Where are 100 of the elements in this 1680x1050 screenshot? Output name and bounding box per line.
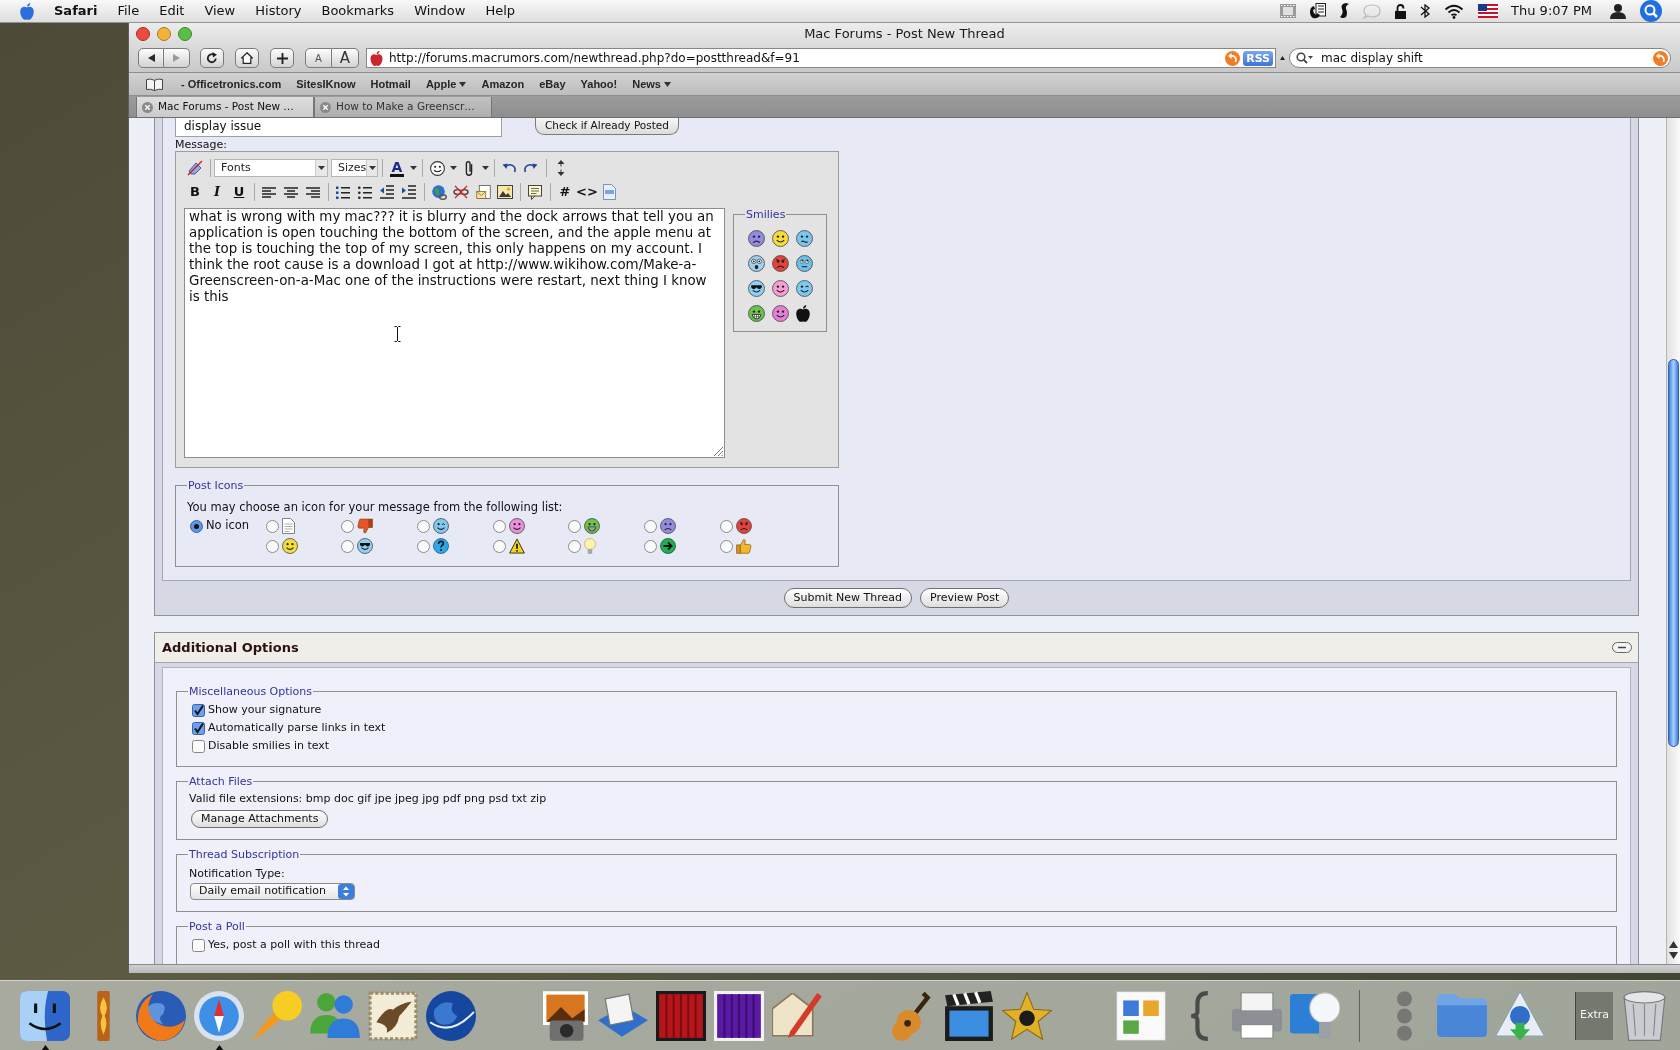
box-icon[interactable] [1116,990,1166,1041]
radio-button[interactable] [492,539,506,553]
envelope-icon[interactable] [475,185,491,199]
align-left-icon[interactable] [262,186,276,198]
redo-icon[interactable] [524,163,538,173]
globe-link-icon[interactable] [431,184,447,200]
camera-icon[interactable] [542,990,588,1041]
face-icon[interactable] [20,990,70,1041]
menu-item[interactable]: Help [485,1,516,21]
radio-button[interactable] [568,539,582,553]
menu-item[interactable]: File [117,1,140,21]
search-field[interactable]: mac display shift [1289,48,1671,68]
apple-icon[interactable] [796,305,810,322]
submit-thread-button[interactable]: Submit New Thread [783,588,913,608]
zoom-icon[interactable] [178,26,192,41]
winking-face-icon[interactable] [796,280,813,297]
bold-button[interactable]: B [190,184,200,200]
menu-item[interactable]: History [255,1,302,21]
menu-item[interactable]: View [204,1,236,21]
check-posted-button[interactable]: Check if Already Posted [535,118,679,135]
radio-button[interactable] [190,519,203,533]
broken-link-icon[interactable] [453,185,469,199]
dots-icon[interactable] [1396,990,1412,1041]
address-field[interactable]: http://forums.macrumors.com/newthread.php?do=postthread&f=91 RSS [366,48,1276,68]
radio-button[interactable] [719,539,733,553]
collapse-icon[interactable] [1612,642,1632,653]
text-color-button[interactable]: A [389,159,405,177]
manage-attachments-button[interactable]: Manage Attachments [191,810,329,828]
stamp-icon[interactable] [368,990,418,1041]
checkbox[interactable] [192,703,205,717]
lock-icon[interactable] [1395,3,1407,19]
image-icon[interactable] [497,185,513,199]
bluetooth-icon[interactable] [1420,4,1431,18]
add-bookmark-button[interactable] [270,48,294,68]
title-field[interactable]: display issue [175,118,502,137]
script-icon[interactable] [1340,3,1350,19]
caret-icon[interactable] [481,166,489,170]
numbered-list-icon[interactable] [336,185,350,199]
clapperboard-icon[interactable] [945,990,993,1041]
grinning-face-icon[interactable] [748,305,765,322]
radio-button[interactable] [644,519,658,533]
dock-stack[interactable]: Extra [1575,991,1613,1040]
resize-grip-icon[interactable] [714,447,723,456]
radio-button[interactable] [719,519,733,533]
message-field[interactable]: what is wrong with my mac??? it is blurry and the dock arrows that tell you an application is open touching the bottom of the screen, and the apple menu at the top is touching the top of my screen, this only happens on my account. I think the root cause is a download I got at http://www.wikihow.com/Make-a-Greenscreen-on-a-Mac one of the instructions were restart, next thing I know is this [184,208,725,458]
checkbox[interactable] [192,721,205,735]
sunglasses-face-icon[interactable] [748,280,765,297]
download-icon[interactable] [1495,990,1545,1041]
app-menu[interactable]: Safari [54,1,98,21]
quote-icon[interactable] [528,184,542,200]
smiley-icon[interactable] [772,305,789,322]
book-icon[interactable] [146,77,163,91]
menu-item[interactable]: Bookmarks [321,1,395,21]
tongue-face-icon[interactable] [772,280,789,297]
close-icon[interactable] [142,101,153,113]
bookmark-link[interactable]: Hotmail [370,75,411,93]
forward-button[interactable] [164,48,190,68]
radio-button[interactable] [265,519,279,533]
bookmark-link[interactable]: Yahoo! [580,75,618,93]
search-icon[interactable] [1296,52,1313,64]
browser-tab[interactable]: Mac Forums - Post New … [136,97,314,117]
hash-button[interactable]: # [559,184,571,200]
radio-button[interactable] [644,539,658,553]
phone-document-icon[interactable] [1310,3,1327,19]
trash-icon[interactable] [1622,990,1666,1041]
grip-icon[interactable] [1280,56,1285,60]
bookmark-menu[interactable]: Apple [425,75,467,93]
align-right-icon[interactable] [306,186,320,198]
browser-tab[interactable]: How to Make a Greenscr… [314,97,492,117]
preview-post-button[interactable]: Preview Post [920,588,1010,608]
scroll-arrows-icon[interactable] [1668,940,1679,960]
sad-face-icon[interactable] [748,230,765,247]
checkbox[interactable] [192,938,205,952]
wifi-icon[interactable] [1444,3,1465,19]
font-select[interactable]: Fonts [214,159,328,177]
flame-icon[interactable] [96,990,110,1041]
radio-button[interactable] [568,519,582,533]
radio-button[interactable] [341,539,355,553]
text-bigger-button[interactable]: A [332,48,359,68]
confused-face-icon[interactable] [796,230,813,247]
menu-clock[interactable]: Thu 9:07 PM [1511,1,1592,21]
smiley-icon[interactable] [772,230,789,247]
star-icon[interactable] [1002,991,1052,1040]
shocked-face-icon[interactable] [748,255,765,272]
size-select[interactable]: Sizes [331,159,378,177]
paperclip-icon[interactable] [465,160,473,176]
notification-select[interactable]: Daily email notification [190,883,355,900]
menu-item[interactable]: Edit [159,1,185,21]
radio-button[interactable] [417,539,431,553]
eraser-icon[interactable] [187,160,203,176]
lightbulb-icon[interactable] [1290,992,1340,1039]
minimize-icon[interactable] [157,26,171,41]
bookmark-menu[interactable]: News [632,75,671,93]
code-button[interactable]: <> [576,184,598,200]
bookmark-link[interactable]: Amazon [481,75,525,93]
align-center-icon[interactable] [284,186,298,198]
scrollbar-thumb[interactable] [1668,359,1679,747]
menu-item[interactable]: Window [414,1,466,21]
text-smaller-button[interactable]: A [305,48,332,68]
search-icon[interactable] [1640,0,1662,22]
